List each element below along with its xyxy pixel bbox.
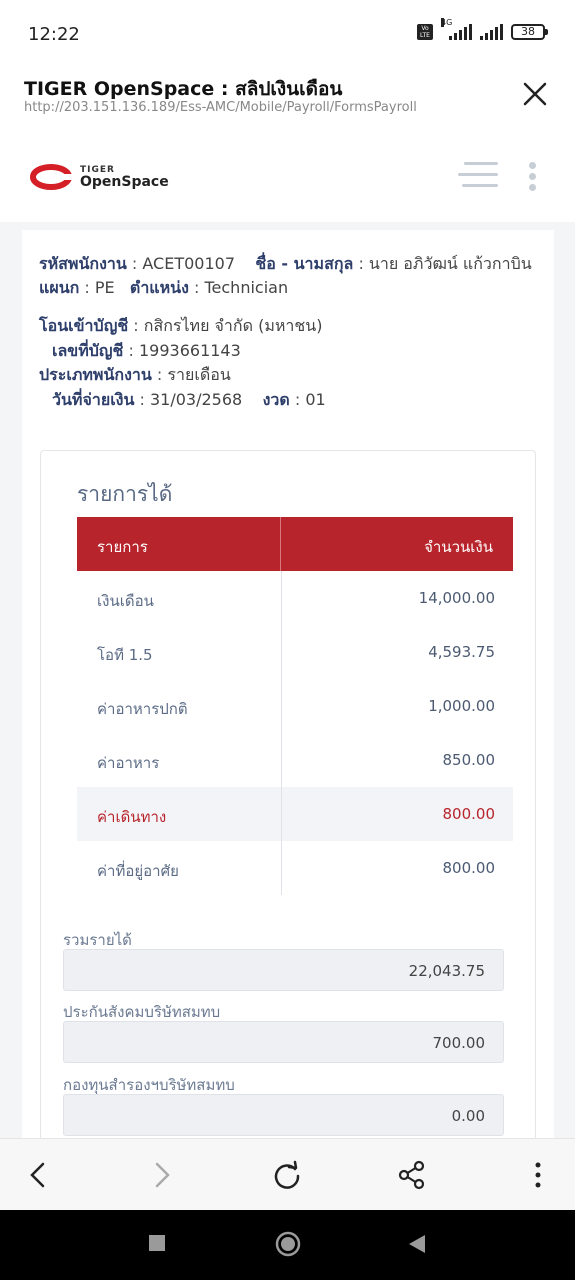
status-icons: Vo LTE 4G 38 xyxy=(417,18,548,40)
close-icon[interactable] xyxy=(521,80,549,108)
table-row: โอที 1.5 4,593.75 xyxy=(97,643,495,664)
table-row: ค่าอาหาร 850.00 xyxy=(97,751,495,772)
table-column-divider xyxy=(281,571,282,895)
table-row-highlighted[interactable]: ค่าเดินทาง 800.00 xyxy=(77,787,513,841)
back-icon[interactable] xyxy=(22,1159,54,1191)
table-row: เงินเดือน 14,000.00 xyxy=(97,589,495,610)
column-header-item: รายการ xyxy=(97,538,148,556)
page-url[interactable]: http://203.151.136.189/Ess-AMC/Mobile/Pa… xyxy=(24,100,417,115)
paydate-line: วันที่จ่ายเงิน : 31/03/2568 งวด : 01 xyxy=(52,390,326,409)
browser-nav-bar xyxy=(0,1138,575,1210)
signal-4g-icon: 4G xyxy=(441,18,472,40)
logo-mark-icon xyxy=(30,164,72,190)
forward-icon[interactable] xyxy=(146,1159,178,1191)
tiger-logo[interactable]: TIGER OpenSpace xyxy=(30,164,169,190)
battery-icon: 38 xyxy=(511,24,548,40)
bank-line: โอนเข้าบัญชี : กสิกรไทย จำกัด (มหาชน) xyxy=(39,316,323,335)
table-row: ค่าอาหารปกติ 1,000.00 xyxy=(97,697,495,718)
status-time: 12:22 xyxy=(28,24,80,45)
signal-icon xyxy=(480,24,503,40)
menu-dots-icon[interactable] xyxy=(522,1159,554,1191)
employee-type-line: ประเภทพนักงาน : รายเดือน xyxy=(39,365,231,384)
hamburger-menu-icon[interactable] xyxy=(458,162,498,192)
volte-icon: Vo LTE xyxy=(417,24,433,40)
column-header-amount: จำนวนเงิน xyxy=(424,538,493,556)
social-security-field: 700.00 xyxy=(63,1021,504,1063)
browser-header: TIGER OpenSpace : สลิปเงินเดือน http://2… xyxy=(0,66,575,130)
system-back-icon[interactable] xyxy=(407,1234,427,1258)
earnings-table-body: เงินเดือน 14,000.00 โอที 1.5 4,593.75 ค่าอ… xyxy=(77,571,513,895)
provident-fund-field: 0.00 xyxy=(63,1094,504,1136)
app-header: TIGER OpenSpace xyxy=(0,130,575,222)
employee-dept-line: แผนก : PE ตำแหน่ง : Technician xyxy=(39,278,289,297)
account-line: เลขที่บัญชี : 1993661143 xyxy=(52,341,241,360)
reload-icon[interactable] xyxy=(271,1159,303,1191)
total-income-field: 22,043.75 xyxy=(63,949,504,991)
more-options-icon[interactable] xyxy=(526,162,538,192)
home-icon[interactable] xyxy=(275,1231,301,1261)
employee-id-line: รหัสพนักงาน : ACET00107 ชื่อ - นามสกุล :… xyxy=(39,254,532,273)
status-bar: 12:22 Vo LTE 4G 38 xyxy=(0,0,575,66)
recents-icon[interactable] xyxy=(148,1234,166,1256)
system-nav-bar xyxy=(0,1210,575,1280)
logo-text: TIGER OpenSpace xyxy=(80,164,169,190)
earnings-table-header: รายการ จำนวนเงิน xyxy=(77,517,513,571)
earnings-title: รายการได้ xyxy=(77,482,173,506)
share-icon[interactable] xyxy=(396,1159,428,1191)
table-row: ค่าที่อยู่อาศัย 800.00 xyxy=(97,859,495,880)
